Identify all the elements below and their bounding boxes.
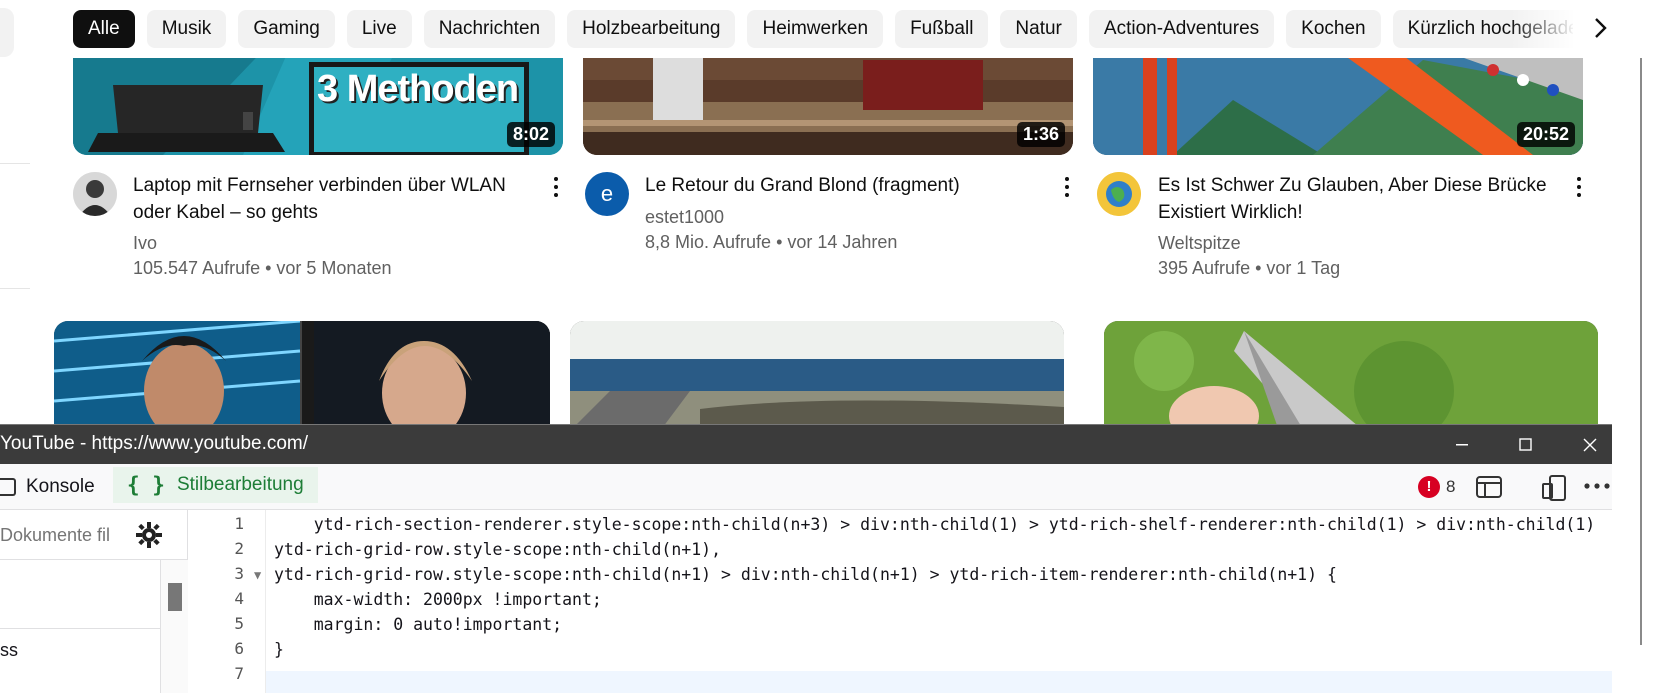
duration-badge: 1:36 (1016, 122, 1065, 147)
line-number: 4 (234, 589, 244, 608)
chip-fussball[interactable]: Fußball (895, 10, 989, 48)
panel-scrollbar-track[interactable] (160, 560, 188, 693)
devtools-window: YouTube - https://www.youtube.com/ Konso… (0, 424, 1612, 693)
video-thumbnail[interactable] (1104, 321, 1598, 431)
globe-logo-icon (1097, 172, 1141, 216)
filter-row (0, 510, 188, 560)
duration-badge: 20:52 (1516, 122, 1575, 147)
error-counter[interactable]: ! 8 (1418, 476, 1455, 498)
chevron-right-icon[interactable] (1578, 6, 1622, 50)
channel-name[interactable]: Ivo (133, 231, 157, 256)
line-number-gutter: 1 2 3 ▼ 4 5 6 7 (188, 510, 266, 693)
page-scrollbar[interactable] (1640, 35, 1642, 645)
style-editor[interactable]: 1 2 3 ▼ 4 5 6 7 ytd-rich-section-rendere… (188, 510, 1612, 693)
avatar-portrait-image (73, 172, 117, 216)
line-number: 2 (234, 539, 244, 558)
thumbnail-caption: 3 Methoden (317, 68, 519, 110)
more-options-icon[interactable] (1583, 478, 1611, 499)
thumbnail-image (54, 321, 550, 431)
youtube-page: 3 Methoden 8:02 1:36 20:52 Laptop mit Fe… (0, 0, 1658, 693)
line-number: 1 (234, 514, 244, 533)
chip-natur[interactable]: Natur (1000, 10, 1077, 48)
chip-live[interactable]: Live (346, 10, 412, 48)
video-stats: 395 Aufrufe • vor 1 Tag (1158, 258, 1341, 278)
video-stats: 8,8 Mio. Aufrufe • vor 14 Jahren (645, 232, 898, 252)
more-actions-icon[interactable] (1569, 174, 1589, 202)
code-area[interactable]: ytd-rich-section-renderer.style-scope:nt… (266, 510, 1612, 693)
channel-avatar[interactable] (1097, 172, 1141, 216)
tab-style-editor-label: Stilbearbeitung (176, 474, 304, 495)
chip-gaming[interactable]: Gaming (238, 10, 335, 48)
more-actions-icon[interactable] (546, 174, 566, 202)
line-number: 3 (234, 564, 244, 583)
braces-icon: { } (127, 473, 165, 497)
error-icon: ! (1418, 476, 1440, 498)
chip-heimwerken[interactable]: Heimwerken (747, 10, 884, 48)
fold-arrow-icon[interactable]: ▼ (254, 568, 261, 582)
close-icon[interactable] (1560, 425, 1620, 464)
tab-style-editor[interactable]: { } Stilbearbeitung (113, 467, 318, 503)
gear-icon[interactable] (136, 522, 162, 548)
video-title-line: Es Ist Schwer Zu Glauben, Aber Diese Brü… (1158, 175, 1547, 196)
filter-input[interactable] (0, 520, 110, 550)
channel-avatar[interactable] (73, 172, 117, 216)
code-line: } (274, 640, 284, 659)
active-line-highlight (266, 671, 1612, 693)
devtools-toolbar: Konsole { } Stilbearbeitung ! 8 (0, 464, 1612, 510)
thumbnail-image (1104, 321, 1598, 431)
code-line: ytd-rich-grid-row.style-scope:nth-child(… (274, 565, 1337, 584)
chip-kochen[interactable]: Kochen (1286, 10, 1381, 48)
line-number: 5 (234, 614, 244, 633)
console-icon (0, 478, 16, 496)
channel-avatar[interactable]: e (585, 172, 629, 216)
video-title-line: oder Kabel – so gehts (133, 202, 318, 223)
tab-console-label: Konsole (26, 476, 95, 497)
video-title-line: Laptop mit Fernseher verbinden über WLAN (133, 175, 506, 196)
split-console-icon[interactable] (1475, 474, 1503, 505)
code-line: ytd-rich-section-renderer.style-scope:nt… (274, 515, 1596, 534)
panel-scrollbar-thumb[interactable] (168, 583, 182, 611)
panel-divider (0, 628, 160, 629)
chip-previous-edge (0, 8, 14, 57)
video-title-line: Existiert Wirklich! (1158, 202, 1303, 223)
channel-name[interactable]: Weltspitze (1158, 231, 1241, 256)
chip-action-adventures[interactable]: Action-Adventures (1088, 10, 1275, 48)
chip-nachrichten[interactable]: Nachrichten (423, 10, 556, 48)
code-line: ytd-rich-grid-row.style-scope:nth-child(… (274, 540, 722, 559)
duration-badge: 8:02 (506, 122, 555, 147)
chip-list: Alle Musik Gaming Live Nachrichten Holzb… (73, 10, 1573, 48)
video-stats: 105.547 Aufrufe • vor 5 Monaten (133, 258, 392, 278)
channel-name[interactable]: estet1000 (645, 205, 724, 230)
tab-console[interactable]: Konsole (0, 464, 95, 510)
video-thumbnail[interactable] (570, 321, 1064, 431)
stylesheet-list-item[interactable]: ss (0, 640, 18, 661)
video-title[interactable]: Le Retour du Grand Blond (fragment) (645, 172, 960, 199)
thumbnail-image (570, 321, 1064, 431)
more-actions-icon[interactable] (1057, 174, 1077, 202)
line-number: 6 (234, 639, 244, 658)
video-thumbnail[interactable] (54, 321, 550, 431)
devtools-titlebar: YouTube - https://www.youtube.com/ (0, 425, 1612, 464)
chip-bar: Alle Musik Gaming Live Nachrichten Holzb… (0, 0, 1658, 58)
chip-alle[interactable]: Alle (73, 10, 135, 48)
code-line: max-width: 2000px !important; (274, 590, 602, 609)
sidebar-divider (0, 288, 30, 289)
video-title[interactable]: Laptop mit Fernseher verbinden über WLAN… (133, 172, 506, 226)
sidebar-divider (0, 163, 30, 164)
window-title: YouTube - https://www.youtube.com/ (0, 433, 309, 454)
maximize-icon[interactable] (1496, 425, 1556, 464)
code-line: margin: 0 auto!important; (274, 615, 563, 634)
chip-holzbearbeitung[interactable]: Holzbearbeitung (567, 10, 736, 48)
line-number: 7 (234, 664, 244, 683)
minimize-icon[interactable] (1432, 425, 1492, 464)
responsive-design-icon[interactable] (1540, 474, 1568, 507)
chip-musik[interactable]: Musik (146, 10, 227, 48)
stylesheet-list-panel: ss (0, 510, 188, 693)
video-title[interactable]: Es Ist Schwer Zu Glauben, Aber Diese Brü… (1158, 172, 1547, 226)
error-count: 8 (1446, 477, 1456, 496)
